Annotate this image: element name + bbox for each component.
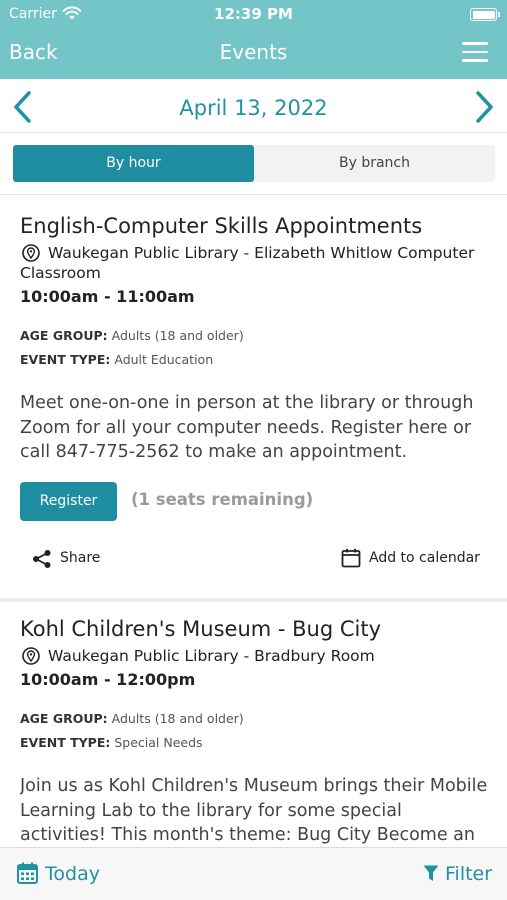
age-group: AGE GROUP: Adults (18 and older): [20, 328, 244, 343]
event-time: 10:00am - 11:00am: [20, 287, 195, 306]
date-navigator: April 13, 2022: [0, 79, 507, 133]
filter-icon: [423, 865, 439, 881]
register-button[interactable]: Register: [20, 482, 117, 521]
event-type-value: Special Needs: [114, 735, 203, 750]
event-time: 10:00am - 12:00pm: [20, 670, 196, 689]
event-type: EVENT TYPE: Adult Education: [20, 352, 213, 367]
event-location: Waukegan Public Library - Elizabeth Whit…: [20, 244, 475, 282]
event-type-value: Adult Education: [114, 352, 214, 367]
seats-remaining: (1 seats remaining): [131, 490, 314, 509]
event-separator: [0, 598, 507, 602]
app-header: Carrier 12:39 PM Back Events: [0, 0, 507, 79]
bottom-toolbar: Today Filter: [0, 847, 507, 900]
share-icon: [33, 550, 51, 568]
tab-by-hour[interactable]: By hour: [13, 145, 254, 182]
filter-label: Filter: [445, 863, 493, 885]
event-type-label: EVENT TYPE:: [20, 735, 111, 750]
event-title[interactable]: English-Computer Skills Appointments: [20, 214, 422, 238]
age-group-value: Adults (18 and older): [111, 711, 244, 726]
event-location: Waukegan Public Library - Bradbury Room: [48, 647, 375, 665]
view-toggle: By hour By branch: [13, 145, 495, 182]
event-title[interactable]: Kohl Children's Museum - Bug City: [20, 617, 381, 641]
age-group: AGE GROUP: Adults (18 and older): [20, 711, 244, 726]
event-description: Meet one-on-one in person at the library…: [20, 393, 474, 462]
filter-button[interactable]: Filter: [423, 862, 497, 888]
age-group-value: Adults (18 and older): [111, 328, 244, 343]
calendar-icon: [341, 548, 361, 568]
hamburger-menu-icon[interactable]: [462, 42, 488, 62]
back-button[interactable]: Back: [9, 40, 58, 64]
share-label: Share: [60, 550, 101, 566]
tab-by-branch[interactable]: By branch: [254, 145, 495, 182]
status-bar: Carrier 12:39 PM: [0, 0, 507, 28]
age-group-label: AGE GROUP:: [20, 711, 108, 726]
current-date: April 13, 2022: [179, 96, 328, 120]
event-type-label: EVENT TYPE:: [20, 352, 111, 367]
calendar-label: Add to calendar: [369, 550, 480, 566]
divider: [0, 194, 507, 195]
calendar-icon: [17, 862, 38, 884]
event-description: Join us as Kohl Children's Museum brings…: [20, 776, 488, 845]
age-group-label: AGE GROUP:: [20, 328, 108, 343]
status-time: 12:39 PM: [214, 5, 293, 23]
page-title: Events: [219, 40, 288, 64]
event-type: EVENT TYPE: Special Needs: [20, 735, 203, 750]
chevron-left-icon[interactable]: [9, 89, 39, 125]
chevron-right-icon[interactable]: [468, 89, 498, 125]
today-label: Today: [45, 863, 100, 885]
battery-icon: [470, 8, 500, 21]
